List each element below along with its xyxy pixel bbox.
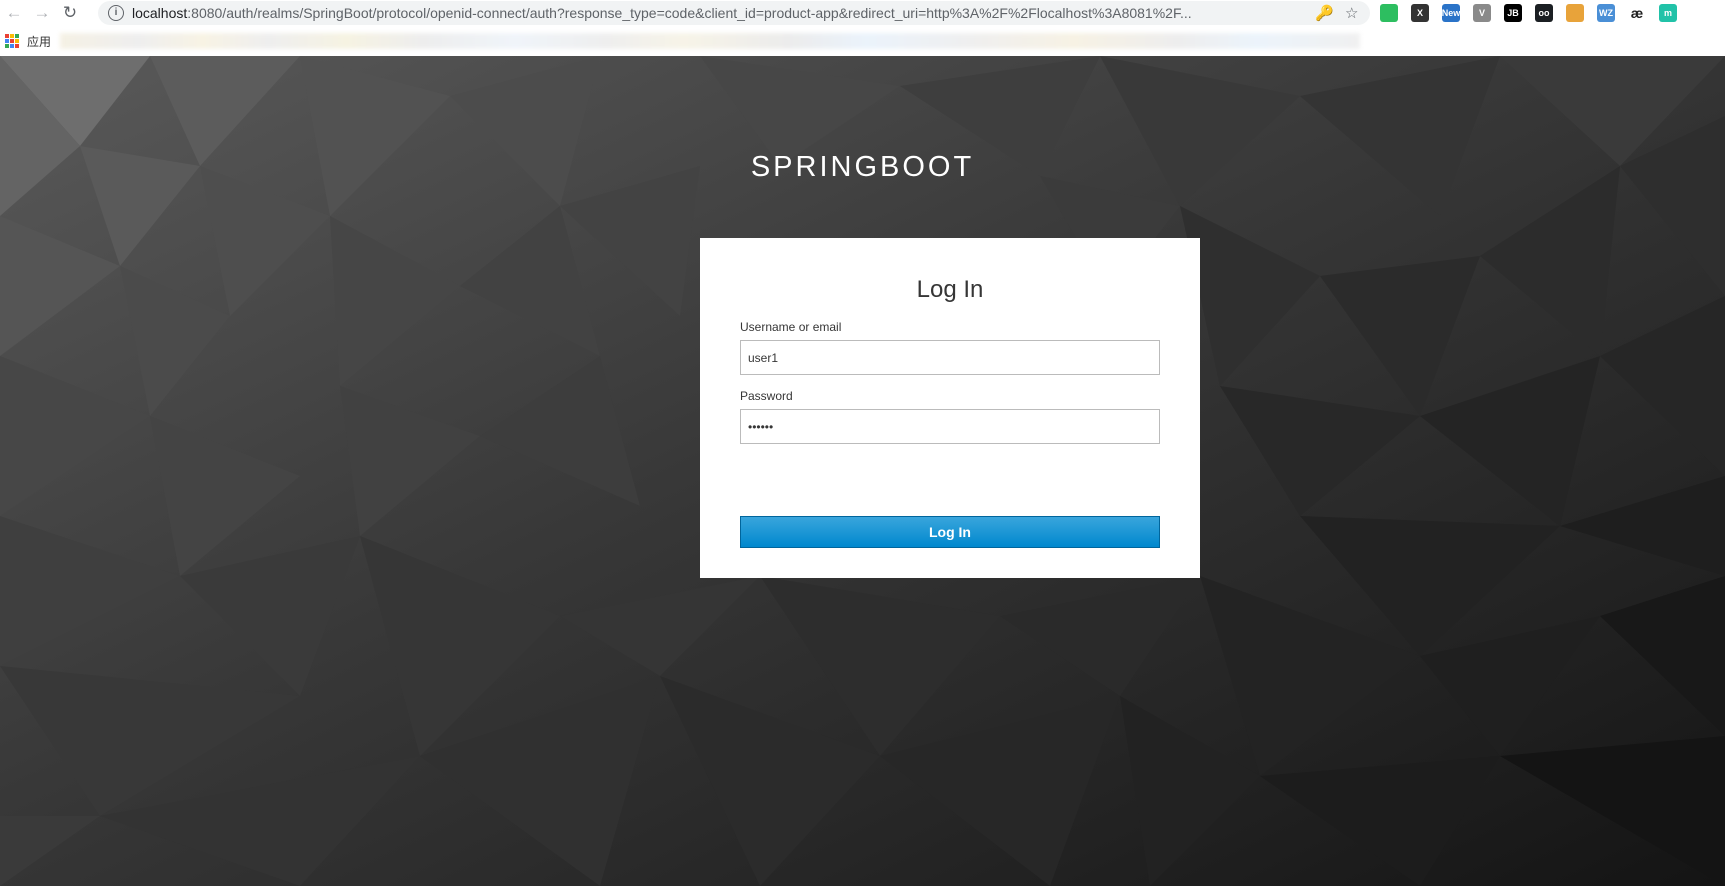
- x-extension-icon[interactable]: X: [1411, 4, 1429, 22]
- url-path: :8080/auth/realms/SpringBoot/protocol/op…: [187, 5, 1192, 21]
- login-button[interactable]: Log In: [740, 516, 1160, 548]
- password-input[interactable]: [740, 409, 1160, 444]
- reload-icon[interactable]: ↻: [56, 0, 84, 26]
- bookmarks-bar: 应用: [0, 26, 1725, 56]
- address-bar[interactable]: i localhost:8080/auth/realms/SpringBoot/…: [98, 1, 1370, 25]
- key-icon[interactable]: 🔑: [1315, 4, 1334, 22]
- login-card: Log In Username or email Password Log In: [700, 238, 1200, 578]
- bookmark-star-icon[interactable]: ☆: [1345, 4, 1358, 22]
- username-input[interactable]: [740, 340, 1160, 375]
- browser-toolbar: ← → ↻ i localhost:8080/auth/realms/Sprin…: [0, 0, 1725, 26]
- new-extension-icon[interactable]: New: [1442, 4, 1460, 22]
- extensions-bar: X New V JB oo WZ æ m: [1380, 2, 1690, 24]
- url-text[interactable]: localhost:8080/auth/realms/SpringBoot/pr…: [132, 5, 1287, 21]
- ae-extension-icon[interactable]: æ: [1628, 4, 1646, 22]
- jetbrains-icon[interactable]: JB: [1504, 4, 1522, 22]
- password-label: Password: [740, 389, 793, 403]
- evernote-icon[interactable]: [1380, 4, 1398, 22]
- wz-extension-icon[interactable]: WZ: [1597, 4, 1615, 22]
- forward-arrow-icon[interactable]: →: [28, 0, 56, 26]
- login-page: SPRINGBOOT Log In Username or email Pass…: [0, 56, 1725, 886]
- apps-label[interactable]: 应用: [27, 33, 51, 50]
- username-label: Username or email: [740, 320, 842, 334]
- m-extension-icon[interactable]: m: [1659, 4, 1677, 22]
- login-heading: Log In: [916, 276, 984, 303]
- back-arrow-icon[interactable]: ←: [0, 0, 28, 26]
- vue-devtools-icon[interactable]: V: [1473, 4, 1491, 22]
- site-info-icon[interactable]: i: [108, 5, 124, 21]
- apps-grid-icon[interactable]: [5, 34, 19, 48]
- blurred-bookmark-items: [60, 33, 1360, 49]
- realm-title: SPRINGBOOT: [750, 151, 975, 184]
- octotree-icon[interactable]: oo: [1535, 4, 1553, 22]
- chrome-extension-icon[interactable]: [1566, 4, 1584, 22]
- url-host: localhost: [132, 5, 188, 21]
